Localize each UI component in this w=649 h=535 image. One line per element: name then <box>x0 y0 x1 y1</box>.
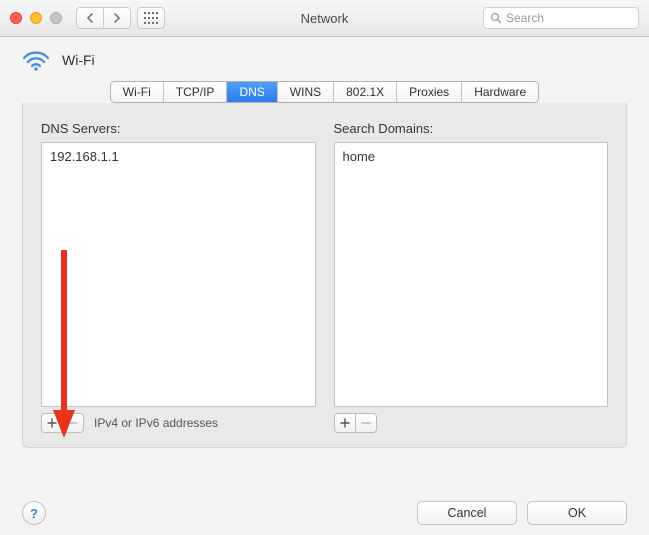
tab-tcp-ip[interactable]: TCP/IP <box>164 82 228 102</box>
tab-proxies[interactable]: Proxies <box>397 82 462 102</box>
tabs-row: Wi-FiTCP/IPDNSWINS802.1XProxiesHardware <box>0 77 649 103</box>
chevron-left-icon <box>86 13 94 23</box>
connection-name: Wi-Fi <box>62 52 95 68</box>
dns-servers-column: DNS Servers: 192.168.1.1 IPv4 or IPv6 ad… <box>41 121 316 433</box>
domains-remove-button[interactable] <box>355 413 377 433</box>
help-button[interactable]: ? <box>22 501 46 525</box>
tabs: Wi-FiTCP/IPDNSWINS802.1XProxiesHardware <box>110 81 539 103</box>
search-domain-item[interactable]: home <box>341 147 602 166</box>
tab-wins[interactable]: WINS <box>278 82 334 102</box>
nav-buttons <box>76 7 131 29</box>
dns-add-button[interactable] <box>41 413 63 433</box>
dns-servers-list[interactable]: 192.168.1.1 <box>41 142 316 407</box>
domains-add-remove-group <box>334 413 377 433</box>
plus-icon <box>340 418 350 428</box>
dns-servers-label: DNS Servers: <box>41 121 316 136</box>
forward-button[interactable] <box>103 7 131 29</box>
tab-hardware[interactable]: Hardware <box>462 82 538 102</box>
cancel-label: Cancel <box>448 506 487 520</box>
search-placeholder: Search <box>506 11 544 25</box>
search-domains-list[interactable]: home <box>334 142 609 407</box>
grid-icon <box>144 12 158 24</box>
back-button[interactable] <box>76 7 104 29</box>
traffic-lights <box>10 12 62 24</box>
dns-panel: DNS Servers: 192.168.1.1 IPv4 or IPv6 ad… <box>22 103 627 448</box>
network-window: Network Search Wi-Fi Wi-FiTCP/IPDNSWINS8… <box>0 0 649 535</box>
search-domains-column: Search Domains: home <box>334 121 609 433</box>
minimize-button[interactable] <box>30 12 42 24</box>
domains-add-button[interactable] <box>334 413 356 433</box>
show-all-button[interactable] <box>137 7 165 29</box>
titlebar: Network Search <box>0 0 649 37</box>
close-button[interactable] <box>10 12 22 24</box>
tab-802-1x[interactable]: 802.1X <box>334 82 397 102</box>
help-icon: ? <box>30 506 38 521</box>
tab-wi-fi[interactable]: Wi-Fi <box>111 82 164 102</box>
wifi-icon <box>22 49 50 71</box>
search-icon <box>490 12 502 24</box>
dns-hint: IPv4 or IPv6 addresses <box>94 416 218 430</box>
ok-button[interactable]: OK <box>527 501 627 525</box>
search-domains-label: Search Domains: <box>334 121 609 136</box>
bottom-bar: ? Cancel OK <box>0 501 649 525</box>
ok-label: OK <box>568 506 586 520</box>
chevron-right-icon <box>113 13 121 23</box>
header-row: Wi-Fi <box>0 37 649 77</box>
search-field[interactable]: Search <box>483 7 639 29</box>
plus-icon <box>47 418 57 428</box>
zoom-button[interactable] <box>50 12 62 24</box>
cancel-button[interactable]: Cancel <box>417 501 517 525</box>
minus-icon <box>361 418 371 428</box>
minus-icon <box>68 418 78 428</box>
tab-dns[interactable]: DNS <box>227 82 277 102</box>
dns-server-item[interactable]: 192.168.1.1 <box>48 147 309 166</box>
dns-remove-button[interactable] <box>62 413 84 433</box>
dns-add-remove-group <box>41 413 84 433</box>
